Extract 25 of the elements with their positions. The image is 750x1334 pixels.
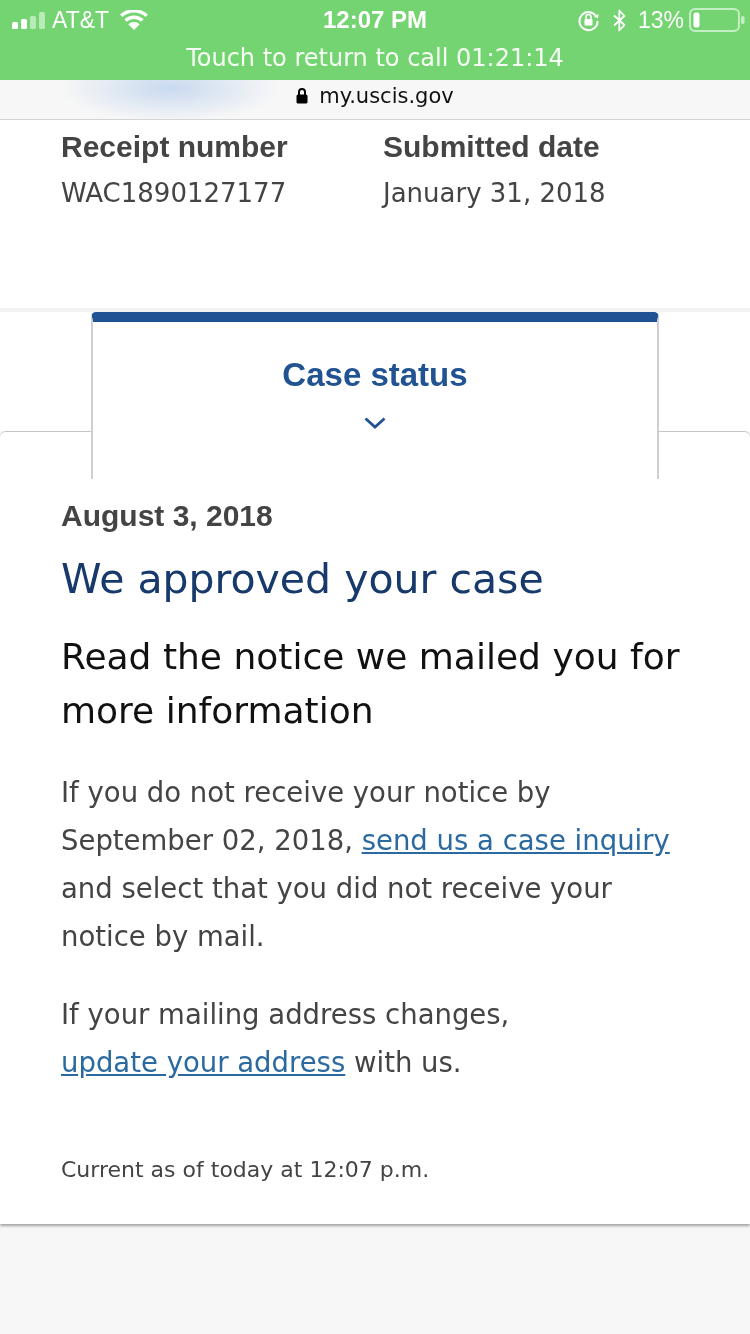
text-link[interactable]: update your address: [61, 1046, 346, 1078]
status-title: We approved your case: [61, 554, 545, 605]
carrier-name: AT&T: [52, 7, 110, 33]
battery-percent: 13%: [637, 7, 684, 33]
address-bar[interactable]: my.uscis.gov: [0, 80, 750, 120]
battery-icon: [689, 8, 745, 32]
field-value: WAC1890127177: [61, 177, 288, 210]
paragraph: If you do not receive your notice by September 02, 2018, send us a case inquiry and select that you did not receive your notice by mail.: [61, 775, 671, 954]
chevron-down-icon: [364, 417, 386, 429]
wifi-icon: [120, 10, 149, 30]
url-text: my.uscis.gov: [319, 82, 454, 110]
field-value: January 31, 2018: [383, 177, 607, 210]
field-label: Receipt number: [61, 129, 289, 165]
rotation-lock-icon: [576, 8, 600, 32]
bluetooth-icon: [612, 8, 626, 32]
field-label: Submitted date: [383, 129, 601, 165]
clock-time: 12:07 PM: [322, 6, 428, 34]
signal-icon: [12, 11, 46, 29]
text-link[interactable]: send us a case inquiry: [361, 824, 670, 856]
lock-icon: [296, 87, 309, 104]
status-subtitle: Read the notice we mailed you for more information: [61, 635, 681, 733]
paragraph: If your mailing address changes, update your address with us.: [61, 997, 511, 1080]
tab[interactable]: Case status: [91, 312, 659, 479]
status-date: August 3, 2018: [61, 498, 274, 534]
updated-time-note: Current as of today at 12:07 p.m.: [61, 1156, 431, 1184]
